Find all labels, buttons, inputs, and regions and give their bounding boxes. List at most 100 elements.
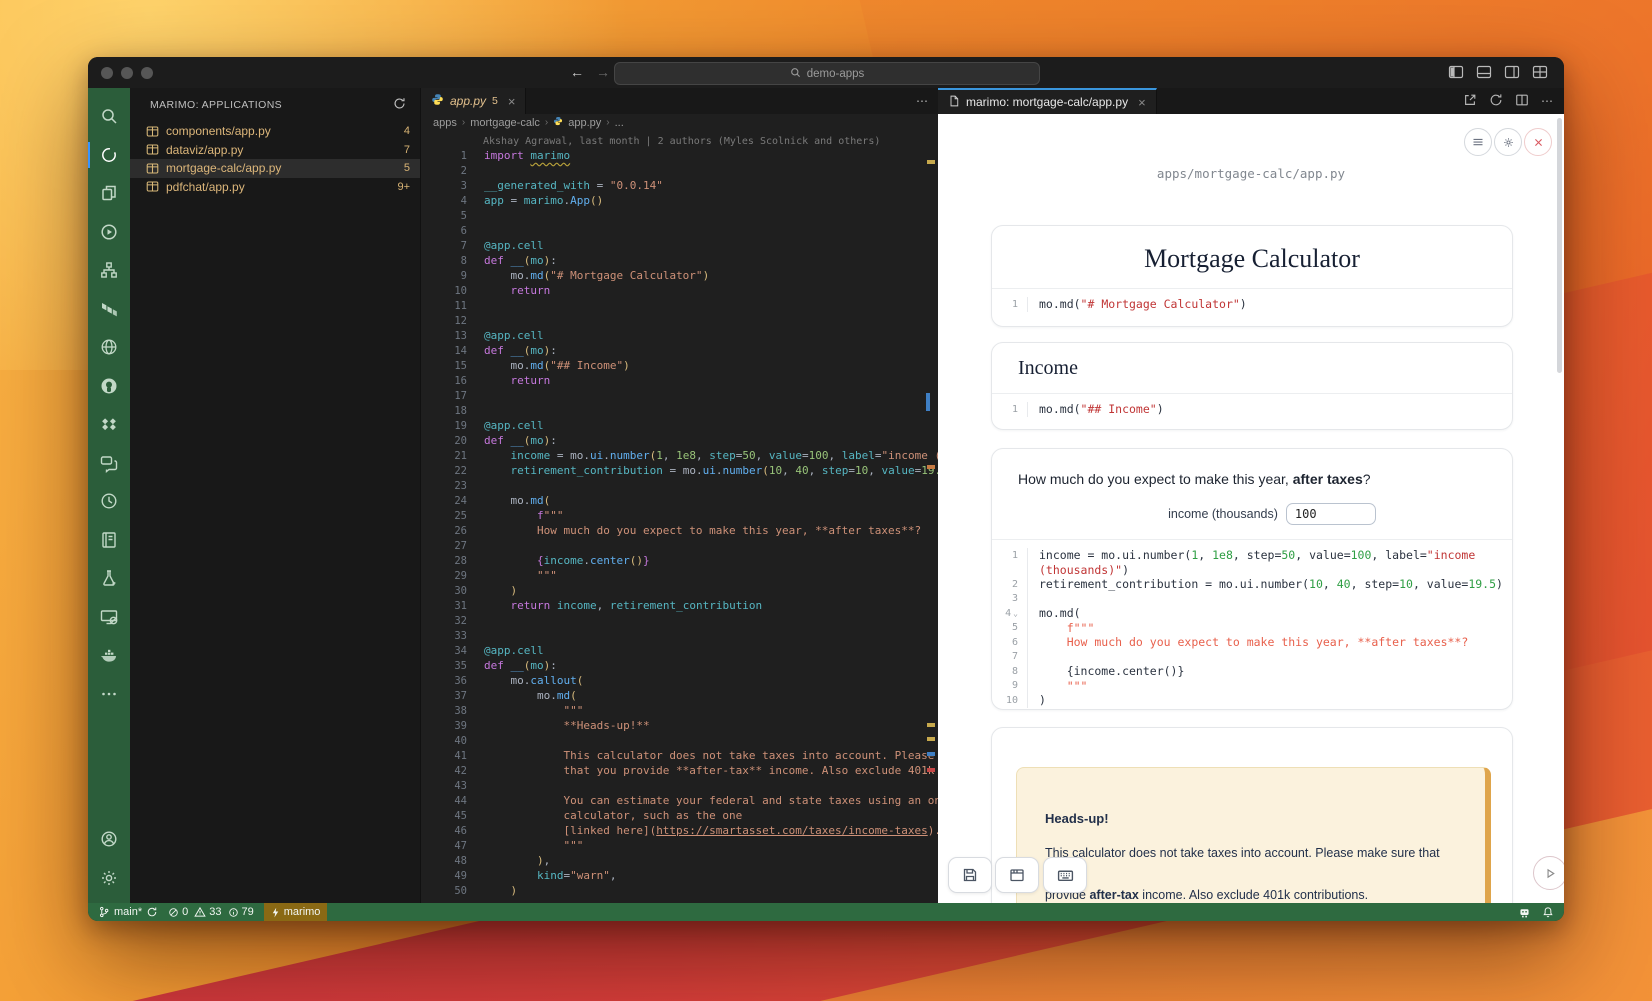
more-actions-icon: ⋯ [916,94,928,108]
tab-close-icon[interactable]: × [1138,95,1146,110]
toggle-panel-icon[interactable] [1476,64,1492,80]
problems-badge: 9+ [397,181,410,193]
callout-bold: after-tax [1089,888,1138,902]
keyboard-shortcuts-button[interactable] [1043,857,1087,893]
customize-layout-icon[interactable] [1532,64,1548,80]
more-views-icon[interactable] [88,675,130,714]
diamonds-view-icon[interactable] [88,405,130,444]
chevron-right-icon: › [545,117,548,128]
refresh-icon[interactable] [1489,93,1503,110]
tab-problems-badge: 5 [492,95,498,107]
tab-app-py[interactable]: app.py 5 × [421,88,526,114]
problems-badge: 7 [404,144,410,156]
marimo-file-icon [146,162,159,175]
marimo-view-icon[interactable] [88,136,130,175]
cell-code[interactable]: 1income = mo.ui.number(1, 1e8, step=50, … [992,539,1512,710]
panel-settings-button[interactable] [1494,128,1522,156]
breadcrumb-apps[interactable]: apps [433,117,457,129]
bell-icon[interactable] [1542,906,1554,918]
remote-monitor-view-icon[interactable] [88,598,130,637]
open-external-icon[interactable] [1463,93,1477,110]
nav-forward-button[interactable]: → [596,63,610,81]
panel-menu-button[interactable] [1464,128,1492,156]
ruler-warning-mark [927,737,935,741]
breadcrumb-folder[interactable]: mortgage-calc [470,117,540,129]
git-branch-item[interactable]: main* [98,906,158,918]
cell-card-question: How much do you expect to make this year… [991,448,1513,710]
tab-close-icon[interactable]: × [508,94,516,109]
file-label: dataviz/app.py [166,143,404,157]
sync-icon[interactable] [146,906,158,918]
settings-gear-icon[interactable] [88,859,130,898]
sidebar-item-mortgage-calc[interactable]: mortgage-calc/app.py 5 [130,159,420,178]
breadcrumb-file[interactable]: app.py [568,117,601,129]
income-number-input[interactable] [1286,503,1376,525]
hierarchy-view-icon[interactable] [88,251,130,290]
robot-icon[interactable] [1518,906,1531,919]
run-app-button[interactable] [1533,856,1564,890]
warning-count: 33 [209,906,221,918]
titlebar: ← → demo-apps [88,57,1564,88]
traffic-close-button[interactable] [101,67,113,79]
document-icon [948,95,960,110]
sidebar-item-dataviz[interactable]: dataviz/app.py 7 [130,141,420,160]
warnings-icon [194,906,206,918]
traffic-minimize-button[interactable] [121,67,133,79]
cell-code[interactable]: 1mo.md("## Income") [992,393,1512,425]
test-flask-view-icon[interactable] [88,559,130,598]
globe-view-icon[interactable] [88,328,130,367]
more-actions-icon[interactable]: ⋯ [1541,94,1554,108]
open-browser-button[interactable] [995,857,1039,893]
panel-scrollbar[interactable] [1557,118,1562,373]
cell-card-title: Mortgage Calculator 1mo.md("# Mortgage C… [991,225,1513,327]
nav-back-button[interactable]: ← [570,63,584,81]
docker-view-icon[interactable] [88,636,130,675]
cell-code[interactable]: 1mo.md("# Mortgage Calculator") [992,288,1512,320]
comments-view-icon[interactable] [88,444,130,483]
editor-tabbar: app.py 5 × ⋯ [421,88,938,114]
panel-shutdown-button[interactable] [1524,128,1552,156]
ruler-error-mark [927,768,935,772]
traffic-zoom-button[interactable] [141,67,153,79]
ruler-warning-mark [927,465,935,469]
editor-more-actions[interactable]: ⋯ [916,88,928,114]
search-icon [790,67,801,81]
split-editor-icon[interactable] [1515,93,1529,110]
command-center-search[interactable]: demo-apps [614,62,1040,85]
marimo-preview-panel: marimo: mortgage-calc/app.py × ⋯ apps/mo… [938,88,1564,903]
python-file-icon [553,116,563,129]
question-text: How much do you expect to make this year… [992,449,1512,487]
notebook-view-icon[interactable] [88,521,130,560]
refresh-icon[interactable] [393,97,406,113]
github-view-icon[interactable] [88,367,130,406]
copy-files-view-icon[interactable] [88,174,130,213]
problems-item[interactable]: 0 33 79 [168,906,254,918]
tab-label: marimo: mortgage-calc/app.py [966,95,1128,109]
tab-marimo-preview[interactable]: marimo: mortgage-calc/app.py × [938,88,1157,114]
callout-heading: Heads-up! [1045,808,1457,829]
ruler-warning-mark [927,723,935,727]
terraform-view-icon[interactable] [88,290,130,329]
marimo-file-icon [146,180,159,193]
save-button[interactable] [948,857,992,893]
app-title: Mortgage Calculator [992,226,1512,288]
clock-view-icon[interactable] [88,482,130,521]
code-editor[interactable]: Akshay Agrawal, last month | 2 authors (… [421,131,938,903]
status-bar: main* 0 33 79 marimo [88,903,1564,921]
file-label: mortgage-calc/app.py [166,161,404,175]
search-view-icon[interactable] [88,97,130,136]
sidebar-item-components[interactable]: components/app.py 4 [130,122,420,141]
info-count: 79 [242,906,254,918]
sidebar: MARIMO: APPLICATIONS components/app.py 4… [130,88,421,903]
income-heading: Income [992,343,1512,393]
sidebar-item-pdfchat[interactable]: pdfchat/app.py 9+ [130,178,420,197]
panel-actions: ⋯ [1463,88,1554,114]
chevron-right-icon: › [462,117,465,128]
marimo-server-item[interactable]: marimo [264,903,328,921]
account-icon[interactable] [88,820,130,859]
breadcrumb-symbol[interactable]: ... [615,117,624,129]
toggle-secondary-sidebar-icon[interactable] [1504,64,1520,80]
toggle-sidebar-icon[interactable] [1448,64,1464,80]
marimo-app-content: apps/mortgage-calc/app.py Mortgage Calcu… [938,114,1564,903]
run-circle-view-icon[interactable] [88,213,130,252]
